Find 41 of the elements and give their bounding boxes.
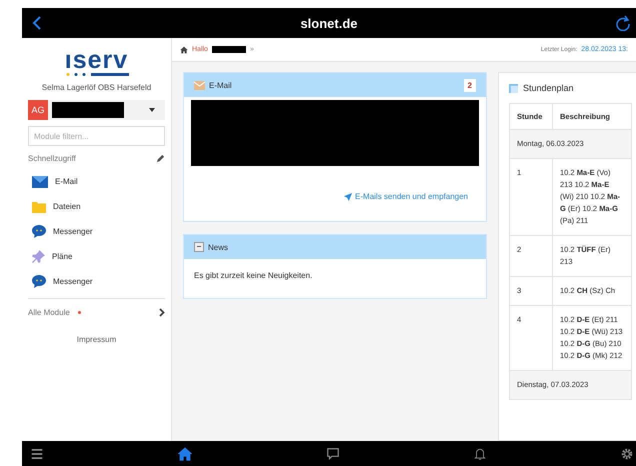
home-icon: [180, 46, 188, 54]
folder-icon: [32, 200, 46, 212]
school-name: Selma Lagerlöf OBS Harsefeld: [42, 83, 152, 92]
menu-icon: [30, 446, 44, 460]
redaction-block: [212, 46, 246, 53]
bell-icon: [473, 446, 487, 460]
sidebar-item[interactable]: E-Mail: [28, 169, 165, 194]
logo-dots-icon: [64, 72, 128, 77]
card-title: Stundenplan: [523, 83, 574, 93]
home-icon: [177, 446, 193, 462]
all-modules-link[interactable]: Alle Module: [28, 299, 165, 325]
sidebar-item[interactable]: Messenger: [28, 269, 165, 294]
user-dropdown[interactable]: AG: [28, 100, 165, 120]
panel-title: News: [208, 242, 228, 252]
unread-count: 2: [464, 78, 476, 92]
settings-icon: [620, 446, 634, 460]
section-label: Schnellzugriff: [28, 154, 76, 163]
sidebar-item[interactable]: Messenger: [28, 219, 165, 244]
caret-icon: [149, 108, 155, 112]
pushpin-icon: [32, 250, 45, 263]
speech-bubble-icon: [326, 446, 340, 460]
sidebar-item[interactable]: Dateien: [28, 194, 165, 219]
envelope-icon: [194, 80, 205, 90]
logo-text: ıserv: [64, 48, 128, 72]
module-filter-field[interactable]: Module filtern...: [28, 126, 165, 146]
mail-link[interactable]: E-Mails senden und empfangen: [344, 192, 468, 201]
user-initials-avatar: AG: [28, 100, 48, 120]
pencil-icon: [156, 154, 165, 163]
back-chevron-icon: [32, 16, 42, 30]
panel-title: E-Mail: [209, 80, 232, 90]
paper-plane-icon: [344, 192, 352, 200]
chevron-right-icon: [159, 308, 165, 316]
news-text: Es gibt zurzeit keine Neuigkeiten.: [193, 270, 314, 282]
chat-bubble-icon: [32, 225, 46, 238]
reload-icon: [616, 15, 630, 31]
sidebar-item[interactable]: Pläne: [28, 244, 165, 269]
chat-bubble-icon: [32, 275, 46, 288]
redaction-block: [52, 102, 124, 118]
page-title: slonet.de: [300, 16, 358, 30]
envelope-icon: [32, 176, 48, 188]
imprint-link[interactable]: Impressum: [76, 335, 116, 344]
